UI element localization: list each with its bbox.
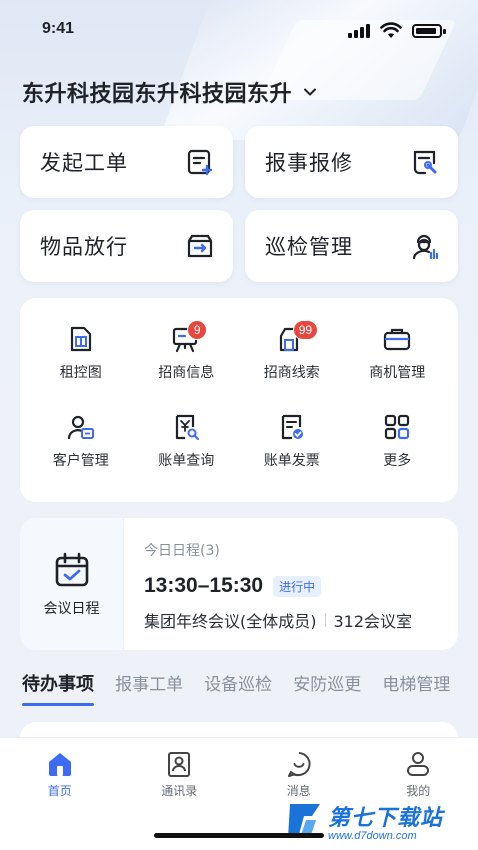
wifi-icon [380, 22, 402, 38]
tab-elevator[interactable]: 电梯管理 [382, 670, 450, 695]
contacts-icon [168, 752, 191, 777]
grid-item-label: 更多 [383, 453, 412, 469]
grid-item-investment-leads[interactable]: 99 招商线索 [239, 320, 345, 412]
status-time: 9:41 [42, 20, 75, 37]
nav-contacts[interactable]: 通讯录 [139, 750, 219, 799]
nav-profile[interactable]: 我的 [378, 750, 458, 799]
grid-item-rent-control[interactable]: 租控图 [28, 324, 134, 412]
inspection-button[interactable]: 巡检管理 [245, 210, 458, 282]
grid-item-investment-info[interactable]: 9 招商信息 [134, 320, 240, 412]
meeting-title: 集团年终会议(全体成员) [144, 612, 317, 631]
rent-control-icon [70, 326, 91, 352]
grid-item-customer[interactable]: 客户管理 [28, 412, 134, 500]
todo-tabs: 待办事项 报事工单 设备巡检 安防巡更 电梯管理 [22, 670, 478, 710]
schedule-count: 今日日程(3) [144, 543, 220, 559]
signal-icon [348, 24, 370, 38]
customer-icon [67, 415, 94, 440]
profile-icon [407, 752, 430, 776]
tab-security-patrol[interactable]: 安防巡更 [293, 670, 361, 695]
grid-item-bill-search[interactable]: 账单查询 [134, 412, 240, 500]
grid-item-label: 招商线索 [263, 365, 320, 381]
divider [324, 613, 326, 627]
grid-item-label: 招商信息 [158, 365, 215, 381]
nav-label: 消息 [286, 784, 311, 798]
nav-messages[interactable]: 消息 [259, 750, 339, 799]
chevron-down-icon [304, 88, 317, 96]
quick-action-label: 发起工单 [40, 151, 128, 175]
nav-home[interactable]: 首页 [20, 750, 100, 799]
watermark-title: 第七下载站 [328, 806, 444, 831]
schedule-label: 会议日程 [43, 601, 100, 617]
function-grid: 租控图 9 招商信息 99 招商线索 商机管理 客户管理 账单查询 账单发票 更… [20, 298, 458, 502]
grid-item-label: 账单查询 [158, 453, 215, 469]
status-bar: 9:41 [0, 0, 478, 60]
grid-item-bill-invoice[interactable]: 账单发票 [239, 412, 345, 500]
home-indicator [154, 833, 324, 838]
watermark-url: www.d7down.com [328, 830, 417, 842]
quick-action-label: 巡检管理 [265, 235, 353, 259]
schedule-card[interactable]: 会议日程 今日日程(3) 13:30–15:30 进行中 集团年终会议(全体成员… [20, 518, 458, 650]
grid-item-label: 租控图 [59, 365, 102, 381]
nav-label: 通讯录 [161, 784, 198, 798]
grid-item-opportunity[interactable]: 商机管理 [345, 324, 451, 412]
schedule-time: 13:30–15:30 [144, 574, 264, 597]
item-release-icon [187, 234, 213, 258]
bill-invoice-icon [281, 414, 303, 440]
bill-search-icon [176, 414, 200, 441]
battery-icon [412, 24, 446, 38]
status-badge: 进行中 [273, 575, 322, 597]
notification-badge: 9 [187, 320, 208, 340]
calendar-icon [55, 552, 88, 587]
nav-label: 我的 [406, 784, 431, 798]
nav-label: 首页 [47, 784, 72, 798]
opportunity-icon [384, 328, 411, 351]
grid-item-more[interactable]: 更多 [345, 412, 451, 500]
meeting-room: 312会议室 [333, 612, 413, 631]
inspection-icon [412, 234, 439, 260]
repair-report-button[interactable]: 报事报修 [245, 126, 458, 198]
notification-badge: 99 [292, 320, 319, 340]
schedule-detail: 今日日程(3) 13:30–15:30 进行中 集团年终会议(全体成员) 312… [124, 518, 412, 650]
quick-action-label: 物品放行 [40, 235, 128, 259]
meeting-schedule-entry[interactable]: 会议日程 [20, 518, 124, 650]
grid-item-label: 客户管理 [52, 453, 109, 469]
quick-actions: 发起工单 报事报修 物品放行 巡检管理 [20, 126, 458, 282]
quick-action-label: 报事报修 [265, 151, 353, 175]
create-ticket-button[interactable]: 发起工单 [20, 126, 233, 198]
grid-item-label: 商机管理 [369, 365, 426, 381]
tab-todo[interactable]: 待办事项 [22, 670, 94, 706]
page-title: 东升科技园东升科技园东升 [22, 82, 293, 107]
tab-repair-tickets[interactable]: 报事工单 [115, 670, 183, 695]
tab-equipment-inspection[interactable]: 设备巡检 [204, 670, 272, 695]
grid-item-label: 账单发票 [263, 453, 320, 469]
home-icon [48, 753, 71, 776]
repair-report-icon [413, 150, 437, 175]
more-grid-icon [385, 414, 410, 440]
message-icon [287, 752, 311, 777]
park-selector[interactable]: 东升科技园东升科技园东升 [22, 76, 318, 108]
create-ticket-icon [187, 149, 213, 176]
item-release-button[interactable]: 物品放行 [20, 210, 233, 282]
